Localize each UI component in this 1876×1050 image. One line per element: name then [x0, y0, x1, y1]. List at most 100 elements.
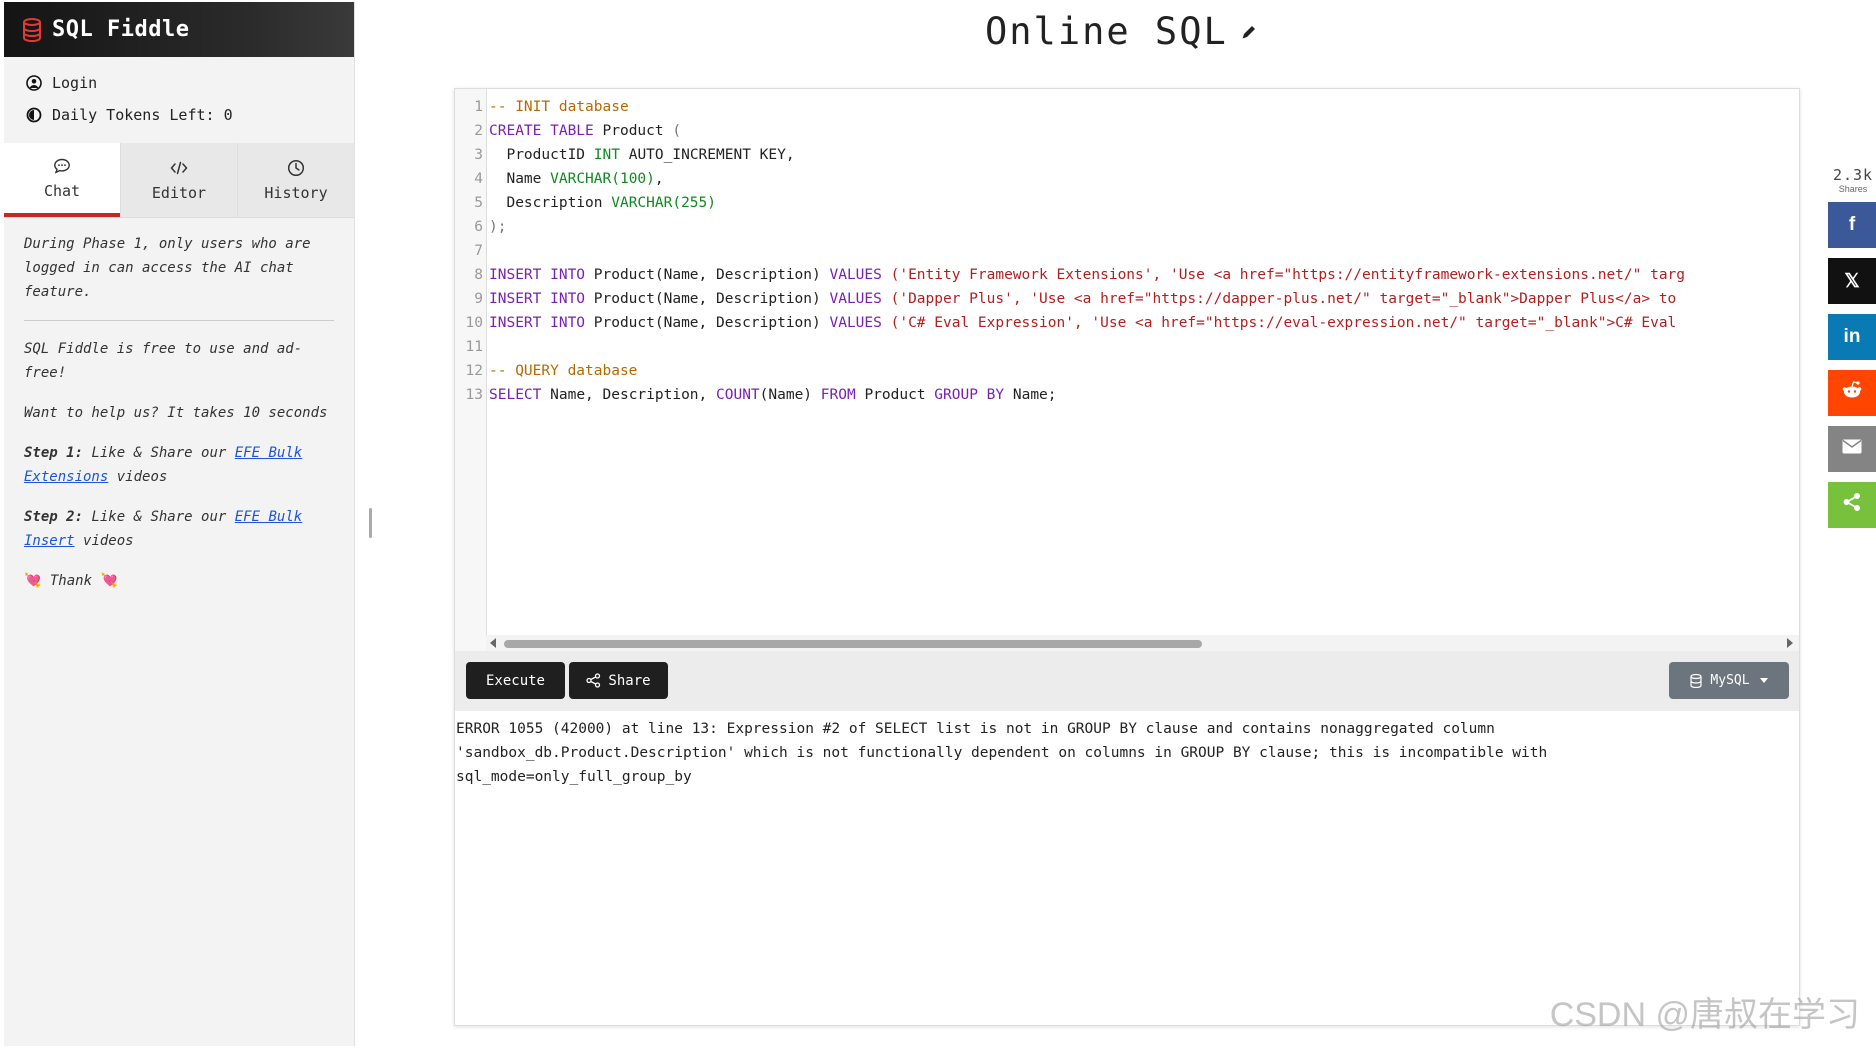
string-values: ('C# Eval Expression', 'Use <a href="htt… — [890, 315, 1677, 331]
code-line: 3 ProductID INT AUTO_INCREMENT KEY, — [455, 143, 1799, 167]
line-number: 6 — [474, 219, 483, 235]
tab-chat[interactable]: Chat — [4, 143, 120, 217]
tab-history-label: History — [264, 184, 328, 202]
login-label: Login — [52, 74, 98, 92]
keyword: GROUP BY — [934, 387, 1005, 403]
share-button[interactable]: Share — [569, 662, 668, 699]
user-block: Login Daily Tokens Left: 0 — [4, 57, 354, 141]
app-name: SQL Fiddle — [52, 17, 190, 42]
thanks-text: Thank — [49, 573, 93, 589]
keyword: INSERT INTO — [489, 291, 586, 307]
line-number: 5 — [474, 195, 483, 211]
reddit-share-button[interactable] — [1828, 370, 1876, 416]
step-1-text: Like & Share our — [91, 445, 227, 461]
line-number: 2 — [474, 123, 483, 139]
code-line: 11 — [455, 335, 1799, 359]
step-2-text: Like & Share our — [91, 509, 227, 525]
line-number: 11 — [465, 339, 483, 355]
punct: , — [654, 171, 664, 187]
comment: -- QUERY database — [489, 363, 638, 379]
function: COUNT — [716, 387, 760, 403]
sql-editor[interactable]: 1 -- INIT database 2 CREATE TABLE Product … — [455, 89, 1799, 651]
database-logo-icon — [22, 17, 42, 42]
step-2-label: Step 2: — [24, 509, 84, 525]
x-share-button[interactable]: 𝕏 — [1828, 258, 1876, 304]
tab-history[interactable]: History — [237, 143, 354, 217]
column-list: Name, Description, — [550, 387, 708, 403]
identifier: Product — [593, 315, 655, 331]
step-2-tail: videos — [83, 533, 134, 549]
help-text: Want to help us? It takes 10 seconds — [24, 405, 328, 421]
share-count: 2.3k Shares — [1830, 166, 1876, 194]
reddit-icon — [1841, 380, 1863, 406]
identifier: Product — [864, 387, 926, 403]
watermark-text: CSDN @唐叔在学习 — [1549, 996, 1860, 1034]
keyword: INSERT INTO — [489, 315, 586, 331]
number: (100) — [611, 171, 655, 187]
brand-header[interactable]: SQL Fiddle — [4, 2, 354, 57]
scroll-left-icon[interactable] — [490, 638, 496, 648]
scrollbar-thumb[interactable] — [504, 640, 1202, 648]
chat-notice: During Phase 1, only users who are logge… — [24, 236, 311, 300]
tokens-label: Daily Tokens Left: 0 — [52, 106, 233, 124]
scroll-right-icon[interactable] — [1787, 638, 1793, 648]
chat-icon — [53, 156, 71, 176]
share-count-label: Shares — [1838, 184, 1868, 194]
token-icon — [24, 105, 44, 125]
code-line: 12 -- QUERY database — [455, 359, 1799, 383]
step-1: Step 1: Like & Share our EFE Bulk Extens… — [24, 441, 334, 489]
keyword: INSERT INTO — [489, 267, 586, 283]
line-number: 8 — [474, 267, 483, 283]
identifier: Product — [602, 123, 664, 139]
tab-editor-label: Editor — [151, 184, 207, 202]
login-link[interactable]: Login — [24, 67, 354, 99]
number: (255) — [672, 195, 716, 211]
database-select[interactable]: MySQL — [1669, 662, 1789, 699]
email-share-button[interactable] — [1828, 426, 1876, 472]
execute-button[interactable]: Execute — [466, 662, 565, 699]
page-title: Online SQL — [985, 10, 1258, 53]
code-line: 1 -- INIT database — [455, 95, 1799, 119]
x-icon: 𝕏 — [1844, 270, 1860, 292]
punct: ( — [672, 123, 682, 139]
tokens-row: Daily Tokens Left: 0 — [24, 99, 354, 131]
share-nodes-icon — [1842, 492, 1862, 518]
panel-resize-handle[interactable] — [369, 508, 372, 538]
line-number: 13 — [465, 387, 483, 403]
keyword: VALUES — [829, 267, 882, 283]
free-text: SQL Fiddle is free to use and ad-free! — [24, 341, 303, 381]
line-number: 1 — [474, 99, 483, 115]
code-line: 2 CREATE TABLE Product ( — [455, 119, 1799, 143]
line-number: 3 — [474, 147, 483, 163]
type: INT — [593, 147, 620, 163]
tab-editor[interactable]: Editor — [120, 143, 237, 217]
code-line: 6); — [455, 215, 1799, 239]
code-line: 13 SELECT Name, Description, COUNT(Name) … — [455, 383, 1799, 407]
identifier: Name; — [1012, 387, 1057, 403]
line-number: 7 — [474, 243, 483, 259]
sidebar: SQL Fiddle Login Daily Tokens Left: 0 Ch… — [4, 2, 355, 1046]
keyword: SELECT — [489, 387, 542, 403]
step-1-label: Step 1: — [24, 445, 84, 461]
identifier: Product — [593, 291, 655, 307]
tab-chat-label: Chat — [43, 182, 81, 200]
type: VARCHAR — [611, 195, 673, 211]
identifier: AUTO_INCREMENT KEY, — [628, 147, 795, 163]
identifier: Name — [506, 171, 542, 187]
linkedin-share-button[interactable]: in — [1828, 314, 1876, 360]
line-number: 9 — [474, 291, 483, 307]
type: VARCHAR — [550, 171, 612, 187]
pencil-icon[interactable] — [1240, 23, 1258, 41]
identifier: Product — [593, 267, 655, 283]
column-list: (Name, Description) — [654, 315, 821, 331]
horizontal-scrollbar[interactable] — [486, 635, 1799, 651]
linkedin-icon: in — [1843, 326, 1861, 347]
code-line: 5 Description VARCHAR(255) — [455, 191, 1799, 215]
facebook-icon: f — [1848, 214, 1856, 235]
facebook-share-button[interactable]: f — [1828, 202, 1876, 248]
share-nodes-icon — [586, 673, 601, 688]
column-list: (Name, Description) — [654, 267, 821, 283]
sharethis-button[interactable] — [1828, 482, 1876, 528]
step-2: Step 2: Like & Share our EFE Bulk Insert… — [24, 505, 334, 553]
comment: -- INIT database — [489, 99, 629, 115]
